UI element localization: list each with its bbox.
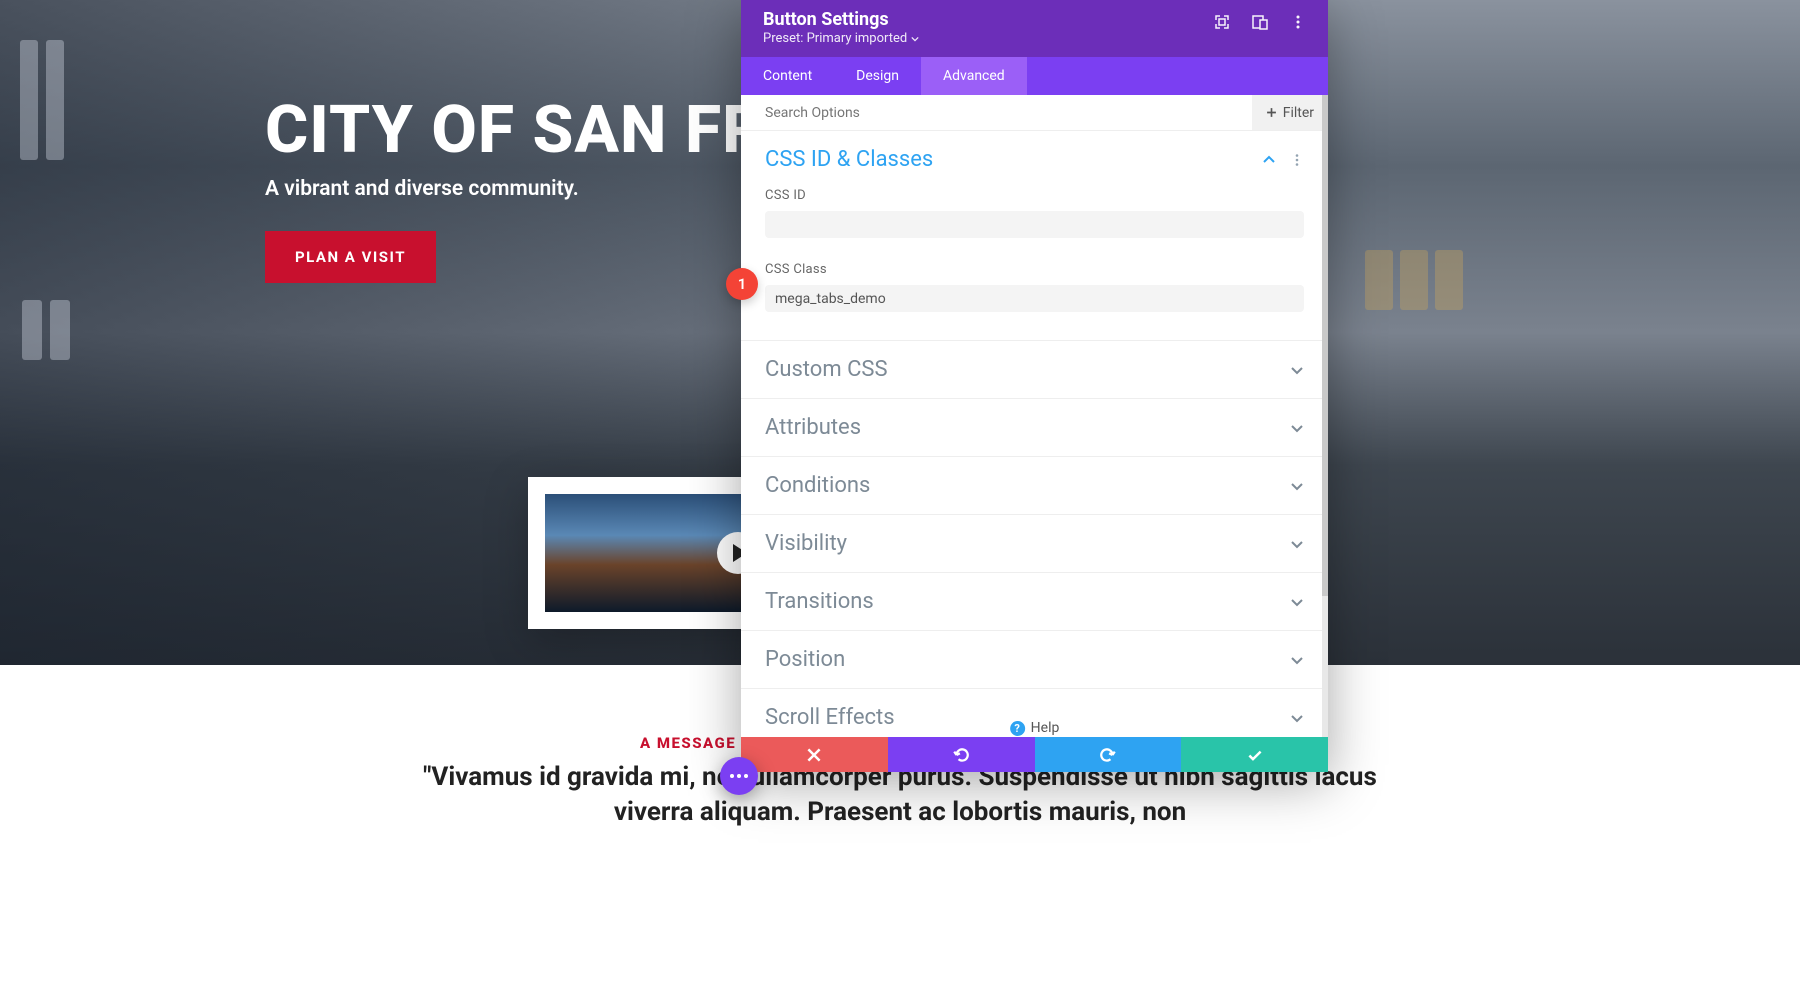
section-title: Attributes xyxy=(765,415,861,440)
plus-icon xyxy=(1266,107,1277,118)
chevron-down-icon xyxy=(1290,653,1304,667)
panel-scrollbar[interactable] xyxy=(1322,95,1328,737)
section-custom-css[interactable]: Custom CSS xyxy=(741,341,1328,399)
section-title: Visibility xyxy=(765,531,847,556)
help-link[interactable]: ? Help xyxy=(1010,712,1060,736)
redo-icon xyxy=(1099,746,1117,764)
section-title: Conditions xyxy=(765,473,870,498)
close-icon xyxy=(805,746,823,764)
section-title: Position xyxy=(765,647,845,672)
check-icon xyxy=(1246,746,1264,764)
search-row: Filter xyxy=(741,95,1328,131)
chevron-up-icon xyxy=(1262,153,1276,167)
close-button[interactable] xyxy=(741,737,888,772)
chevron-down-icon xyxy=(1290,479,1304,493)
filter-button[interactable]: Filter xyxy=(1252,95,1328,130)
section-css-id-classes: CSS ID & Classes CSS ID CSS Class xyxy=(741,131,1328,341)
section-transitions[interactable]: Transitions xyxy=(741,573,1328,631)
panel-body: Filter CSS ID & Classes CSS ID CSS Class… xyxy=(741,95,1328,772)
panel-tabs: Content Design Advanced xyxy=(741,57,1328,95)
section-title: Transitions xyxy=(765,589,874,614)
css-class-label: CSS Class xyxy=(765,262,1304,277)
section-header-css-id-classes[interactable]: CSS ID & Classes xyxy=(765,147,1304,172)
chevron-down-icon xyxy=(1290,595,1304,609)
section-visibility[interactable]: Visibility xyxy=(741,515,1328,573)
search-input[interactable] xyxy=(765,105,1252,121)
tab-design[interactable]: Design xyxy=(834,57,921,95)
css-id-label: CSS ID xyxy=(765,188,1304,203)
filter-label: Filter xyxy=(1283,105,1314,121)
chevron-down-icon xyxy=(1290,711,1304,725)
responsive-icon[interactable] xyxy=(1252,14,1268,30)
panel-footer xyxy=(741,737,1328,772)
scrollbar-thumb[interactable] xyxy=(1322,95,1328,596)
help-label: Help xyxy=(1031,720,1060,736)
panel-header[interactable]: Button Settings Preset: Primary imported xyxy=(741,0,1328,57)
tab-content[interactable]: Content xyxy=(741,57,834,95)
undo-icon xyxy=(952,746,970,764)
panel-title: Button Settings xyxy=(763,9,919,30)
redo-button[interactable] xyxy=(1035,737,1182,772)
css-class-input[interactable] xyxy=(765,285,1304,312)
section-title: Scroll Effects xyxy=(765,705,895,730)
section-conditions[interactable]: Conditions xyxy=(741,457,1328,515)
preset-label: Preset: Primary imported xyxy=(763,31,907,46)
preset-selector[interactable]: Preset: Primary imported xyxy=(763,31,919,46)
chevron-down-icon xyxy=(911,35,919,43)
callout-badge-1: 1 xyxy=(726,268,758,300)
expand-icon[interactable] xyxy=(1214,14,1230,30)
settings-panel: Button Settings Preset: Primary imported… xyxy=(741,0,1328,772)
chevron-down-icon xyxy=(1290,421,1304,435)
css-id-input[interactable] xyxy=(765,211,1304,238)
save-button[interactable] xyxy=(1181,737,1328,772)
undo-button[interactable] xyxy=(888,737,1035,772)
plan-a-visit-button[interactable]: PLAN A VISIT xyxy=(265,231,436,283)
section-attributes[interactable]: Attributes xyxy=(741,399,1328,457)
chevron-down-icon xyxy=(1290,537,1304,551)
help-icon: ? xyxy=(1010,721,1025,736)
tab-advanced[interactable]: Advanced xyxy=(921,57,1027,95)
section-position[interactable]: Position xyxy=(741,631,1328,689)
kebab-menu-icon[interactable] xyxy=(1290,14,1306,30)
more-actions-fab[interactable] xyxy=(720,757,758,795)
chevron-down-icon xyxy=(1290,363,1304,377)
section-title: Custom CSS xyxy=(765,357,888,382)
kebab-menu-icon[interactable] xyxy=(1290,153,1304,167)
hero-subtitle: A vibrant and diverse community. xyxy=(265,177,579,201)
section-title: CSS ID & Classes xyxy=(765,147,933,172)
